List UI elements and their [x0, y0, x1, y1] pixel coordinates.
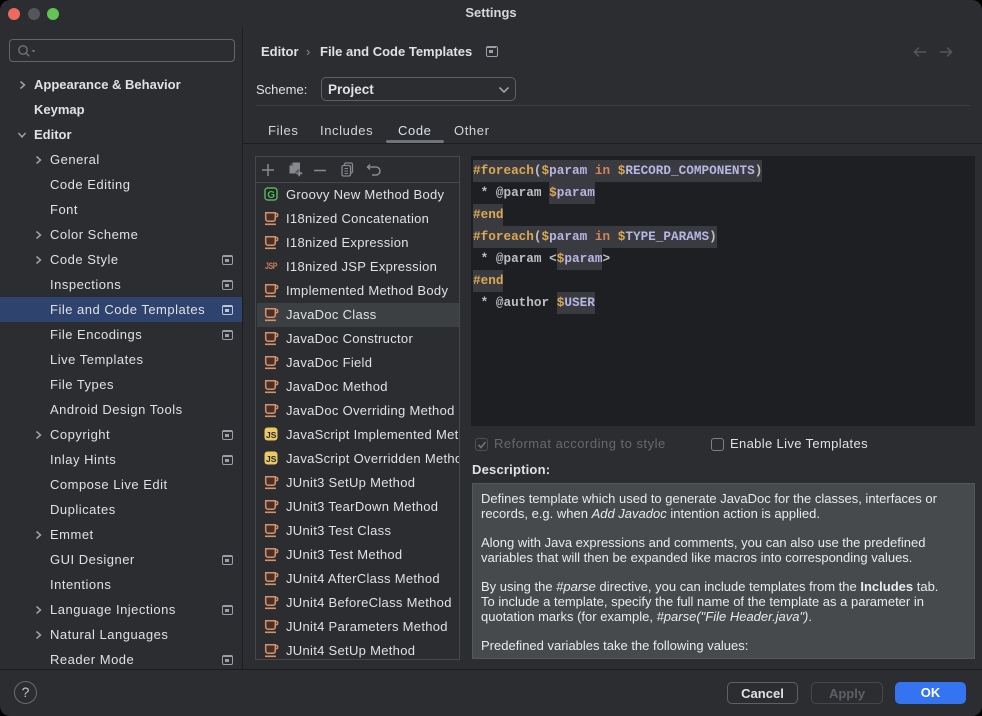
svg-text:G: G [267, 190, 275, 201]
svg-text:JS: JS [266, 454, 277, 464]
svg-text:JS: JS [266, 430, 277, 440]
